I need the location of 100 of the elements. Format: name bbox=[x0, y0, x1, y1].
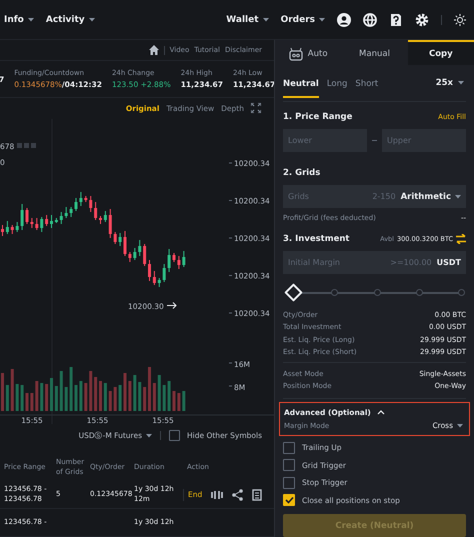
candle bbox=[162, 263, 166, 282]
volume-bar bbox=[30, 392, 34, 411]
section-title: 1. Price Range bbox=[283, 112, 352, 122]
volume-bar bbox=[94, 376, 98, 411]
volume-bar bbox=[50, 378, 53, 411]
volume-bar bbox=[20, 384, 24, 411]
volume-bar bbox=[138, 382, 142, 411]
checkbox[interactable] bbox=[283, 459, 295, 472]
volume-bar bbox=[40, 382, 44, 411]
initial-margin-field[interactable]: Initial Margin >=100.00 USDT bbox=[283, 250, 466, 274]
candle bbox=[60, 211, 63, 224]
arrow-right-icon bbox=[166, 302, 177, 309]
candle bbox=[84, 195, 88, 202]
caret-icon bbox=[319, 18, 325, 22]
slider-step-mark[interactable] bbox=[416, 288, 423, 296]
volume-bar bbox=[162, 384, 166, 411]
candle bbox=[168, 248, 171, 272]
fullscreen-icon[interactable] bbox=[251, 103, 261, 114]
grids-field[interactable]: Grids 2-150 Arithmetic bbox=[283, 185, 466, 208]
direction-tab[interactable]: Short bbox=[355, 68, 378, 98]
direction-tab[interactable]: Long bbox=[326, 68, 348, 98]
user-icon[interactable] bbox=[337, 12, 351, 26]
leverage-dropdown[interactable]: 25x bbox=[436, 78, 466, 88]
caret-icon bbox=[28, 18, 34, 22]
candle bbox=[6, 220, 9, 234]
volume-bar bbox=[54, 386, 58, 411]
transfer-icon[interactable] bbox=[456, 234, 466, 244]
volume-bar bbox=[45, 384, 48, 411]
slider-step-mark[interactable] bbox=[374, 288, 380, 296]
candle bbox=[74, 197, 78, 212]
slider-step-mark[interactable] bbox=[458, 288, 465, 296]
candle bbox=[143, 243, 146, 266]
volume-bar bbox=[99, 380, 102, 411]
checkbox[interactable] bbox=[283, 442, 295, 454]
candle bbox=[138, 239, 142, 256]
volume-bar bbox=[10, 368, 14, 411]
volume-bar bbox=[114, 386, 117, 411]
upper-price-field[interactable]: Upper bbox=[382, 129, 466, 152]
candle bbox=[64, 206, 68, 218]
candle bbox=[1, 224, 4, 236]
checkbox[interactable] bbox=[168, 430, 180, 442]
checkbox[interactable] bbox=[283, 494, 295, 506]
candle bbox=[79, 191, 82, 206]
candle bbox=[20, 203, 24, 230]
robot-icon bbox=[288, 46, 303, 60]
volume-bar bbox=[16, 384, 19, 411]
candle bbox=[30, 217, 34, 228]
volume-bar bbox=[1, 372, 4, 411]
candle bbox=[124, 230, 126, 256]
direction-tab[interactable]: Neutral bbox=[283, 68, 319, 98]
lower-price-field[interactable]: Lower bbox=[283, 129, 367, 152]
home-icon[interactable] bbox=[148, 45, 159, 56]
candle bbox=[158, 277, 161, 288]
candle bbox=[148, 259, 151, 282]
volume-bar bbox=[64, 386, 68, 411]
candle bbox=[152, 270, 156, 286]
nav-menu-button[interactable]: Activity bbox=[46, 14, 95, 24]
candle bbox=[104, 210, 107, 222]
volume-bar bbox=[143, 386, 146, 411]
volume-bar bbox=[128, 380, 132, 411]
nav-menu-button[interactable]: Wallet bbox=[226, 14, 269, 24]
details-icon[interactable] bbox=[252, 488, 262, 500]
document-question-icon[interactable] bbox=[389, 12, 403, 26]
caret-icon bbox=[455, 194, 461, 198]
slider-step-mark[interactable] bbox=[331, 288, 338, 296]
nav-menu-button[interactable]: Info bbox=[4, 14, 34, 24]
candle bbox=[108, 208, 112, 238]
candle bbox=[114, 231, 117, 244]
grids-input[interactable]: Grids bbox=[288, 192, 368, 201]
initial-margin-input[interactable]: Initial Margin bbox=[288, 258, 386, 266]
percentage-slider[interactable] bbox=[283, 282, 466, 302]
legend-swatches-icon bbox=[17, 142, 36, 148]
volume-bar bbox=[172, 390, 176, 411]
caret-icon bbox=[146, 434, 152, 438]
volume-bar bbox=[152, 382, 156, 411]
checkmark-icon bbox=[284, 496, 294, 504]
candle bbox=[128, 251, 132, 262]
volume-bar bbox=[104, 382, 107, 411]
caret-icon bbox=[458, 81, 464, 85]
candle bbox=[94, 201, 98, 220]
sun-icon[interactable] bbox=[454, 14, 466, 26]
section-title: 2. Grids bbox=[283, 168, 320, 178]
mode-tab[interactable]: Copy bbox=[408, 40, 474, 65]
volume-bar bbox=[177, 392, 180, 411]
share-icon[interactable] bbox=[232, 488, 244, 500]
checkbox[interactable] bbox=[283, 476, 295, 489]
volume-bar bbox=[133, 374, 136, 411]
caret-icon bbox=[457, 424, 463, 428]
volume-bar bbox=[124, 372, 126, 411]
chevron-up-icon bbox=[376, 408, 385, 416]
candle bbox=[89, 195, 92, 212]
candle bbox=[177, 255, 180, 270]
settings-icon[interactable] bbox=[415, 12, 429, 26]
nav-menu-button[interactable]: Orders bbox=[280, 14, 325, 24]
volume-bar bbox=[108, 390, 112, 411]
globe-icon[interactable] bbox=[363, 12, 377, 26]
volume-bar bbox=[148, 366, 151, 411]
candles-icon[interactable] bbox=[211, 488, 224, 500]
candle bbox=[40, 216, 44, 232]
volume-bar bbox=[168, 380, 171, 411]
